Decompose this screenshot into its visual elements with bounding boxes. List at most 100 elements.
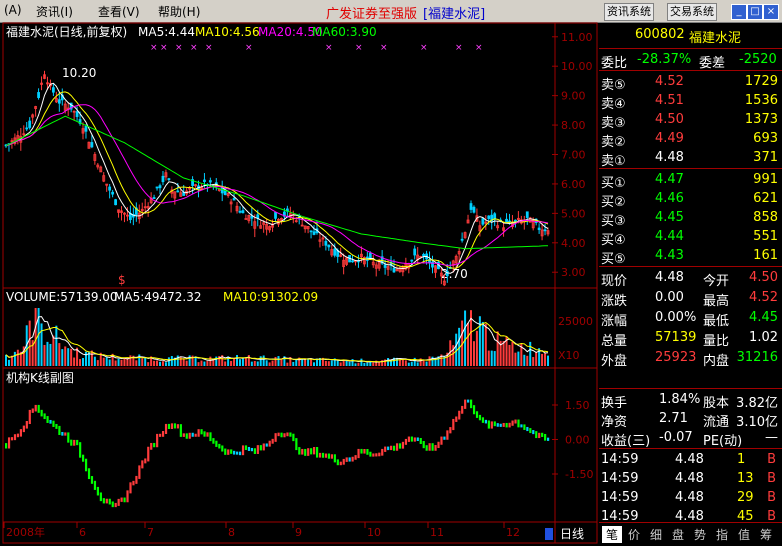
price-tick-label: 4.00	[561, 237, 586, 250]
menu-item-news[interactable]: 资讯(I)	[36, 3, 73, 20]
sub-bar	[481, 417, 485, 423]
buy-volume: 551	[753, 229, 778, 244]
sub-bar	[161, 430, 165, 437]
volume-bar	[301, 359, 304, 366]
quote-label: 内盘	[703, 354, 730, 369]
x-tick-label: 10	[367, 526, 381, 539]
event-marker: ×	[175, 43, 183, 53]
x-tick-label: 6	[79, 526, 86, 539]
volume-bar	[387, 357, 390, 366]
period-toggle-icon[interactable]	[545, 528, 553, 540]
app-title: 广发证券至强版	[326, 7, 418, 22]
tab-0[interactable]: 笔	[602, 526, 622, 543]
volume-bar	[40, 323, 43, 366]
ma60-line	[5, 115, 549, 250]
stock-header: 600802 福建水泥	[599, 25, 782, 46]
sell-price: 4.49	[655, 131, 684, 146]
vol-ma5-label: MA5:49472.32	[114, 290, 202, 304]
sell-row: 卖⑤ 4.52 1729	[599, 72, 782, 93]
volume-bar	[372, 362, 375, 366]
tab-3[interactable]: 盘	[668, 526, 688, 543]
sub-bar	[170, 423, 174, 430]
tab-7[interactable]: 筹	[756, 526, 776, 543]
sub-bar	[244, 445, 248, 450]
maximize-icon[interactable]: □	[747, 4, 763, 20]
event-marker: ×	[380, 43, 388, 53]
event-marker: ×	[205, 43, 213, 53]
event-marker: ×	[455, 43, 463, 53]
tab-2[interactable]: 细	[646, 526, 666, 543]
sub-bar	[58, 425, 61, 435]
sub-bar	[173, 423, 177, 429]
sub-bar	[271, 438, 274, 444]
event-marker: ×	[160, 43, 168, 53]
x-tick-label: 12	[506, 526, 520, 539]
candle-body	[410, 259, 414, 262]
news-system-button[interactable]: 资讯系统	[604, 3, 654, 21]
sub-bar	[55, 423, 58, 429]
sub-bar	[348, 457, 351, 462]
menu-item-help[interactable]: 帮助(H)	[158, 3, 200, 20]
candle-body	[37, 92, 40, 98]
volume-bar	[70, 348, 73, 366]
volume-bar	[79, 359, 82, 366]
event-marker: ×	[475, 43, 483, 53]
volume-bar	[467, 322, 470, 366]
sub-bar	[502, 422, 505, 427]
close-icon[interactable]: ×	[763, 4, 779, 20]
candle-body	[57, 99, 61, 104]
sub-bar	[363, 449, 366, 454]
ma5-line	[5, 82, 549, 274]
sub-bar	[96, 486, 100, 496]
sub-bar	[517, 419, 520, 428]
sub-bar	[241, 445, 245, 456]
minimize-icon[interactable]: _	[731, 4, 747, 20]
trade-system-button[interactable]: 交易系统	[667, 3, 717, 21]
sub-bar	[384, 446, 387, 452]
sub-bar	[76, 439, 79, 446]
volume-bar	[28, 320, 31, 366]
sub-bar	[25, 421, 28, 429]
period-label[interactable]: 日线	[560, 527, 584, 541]
candle-body	[505, 218, 508, 223]
sub-bar	[351, 456, 354, 462]
menu-item-a[interactable]: (A)	[4, 3, 22, 17]
detail-tabs: 笔价细盘势指值筹	[599, 522, 782, 546]
candles	[4, 70, 550, 287]
volume-bar	[224, 361, 227, 366]
sub-bar	[449, 427, 452, 434]
candle-body	[203, 179, 206, 182]
stock-chart[interactable]: 福建水泥(日线,前复权) MA5:4.44 MA10:4.56 MA20:4.5…	[0, 22, 599, 545]
tab-1[interactable]: 价	[624, 526, 644, 543]
sub-bar	[381, 448, 384, 456]
sub-bar	[342, 458, 345, 465]
sub-bar	[188, 432, 191, 439]
quote-label: 总量	[601, 334, 628, 349]
sub-bar	[407, 436, 410, 442]
buy-label: 买⑤	[601, 252, 626, 267]
volume-bar	[200, 360, 203, 366]
volume-bar	[58, 343, 61, 366]
fund-value: 1.84%	[659, 392, 701, 407]
tab-4[interactable]: 势	[690, 526, 710, 543]
sub-bar	[496, 423, 499, 427]
sub-bar	[22, 425, 25, 433]
quote-value: 4.52	[749, 290, 778, 305]
sub-bar	[475, 411, 479, 418]
trade-volume: 13	[737, 471, 754, 486]
sub-bar	[520, 424, 523, 428]
candle-body	[241, 210, 245, 214]
volume-bar	[5, 354, 7, 366]
sub-bar	[354, 455, 357, 460]
fund-row: 换手 1.84% 股本 3.82亿	[599, 390, 782, 411]
sub-bar	[369, 451, 372, 457]
quote-row: 涨幅 0.00% 最低 4.45	[599, 308, 782, 329]
sell-volume: 1373	[744, 112, 778, 127]
tab-6[interactable]: 值	[734, 526, 754, 543]
volume-bar	[496, 331, 499, 366]
tab-5[interactable]: 指	[712, 526, 732, 543]
volume-bar	[256, 361, 259, 366]
sub-bar	[150, 442, 153, 450]
menu-item-view[interactable]: 查看(V)	[98, 3, 140, 20]
volume-bar	[428, 356, 431, 366]
